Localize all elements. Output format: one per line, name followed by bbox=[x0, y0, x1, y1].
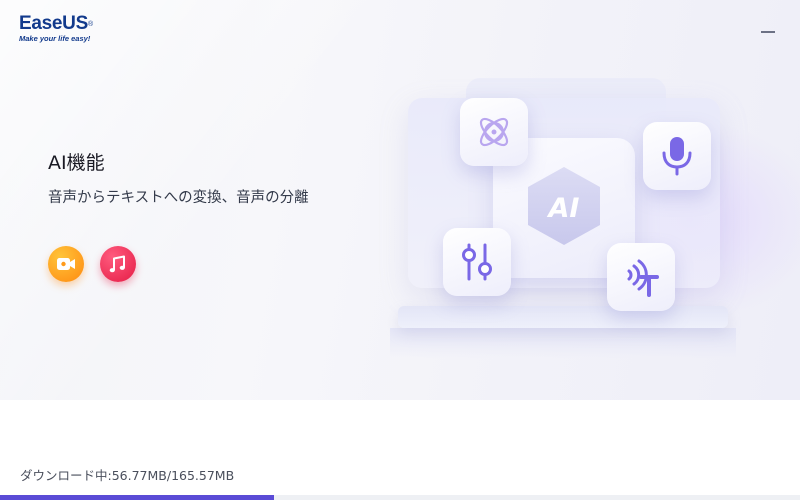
easeus-logo: EaseUS® Make your life easy! bbox=[19, 13, 93, 44]
download-progress-bar bbox=[0, 495, 800, 500]
logo-text: EaseUS bbox=[19, 13, 88, 34]
music-app-button[interactable] bbox=[100, 246, 136, 282]
atom-tile bbox=[460, 98, 528, 166]
illustration-base-shadow bbox=[390, 328, 736, 358]
minimize-button[interactable] bbox=[760, 24, 776, 40]
logo-registered-mark: ® bbox=[87, 21, 93, 28]
microphone-tile bbox=[643, 122, 711, 190]
feature-title: AI機能 bbox=[48, 152, 105, 174]
ai-center-label: AI bbox=[547, 193, 580, 224]
text-to-speech-icon bbox=[627, 259, 659, 297]
atom-icon bbox=[479, 117, 509, 147]
music-note-icon bbox=[109, 255, 125, 273]
video-camera-icon bbox=[57, 258, 75, 270]
equalizer-tile bbox=[443, 228, 511, 296]
equalizer-icon bbox=[462, 243, 492, 281]
logo-tagline: Make your life easy! bbox=[19, 34, 91, 43]
download-progress-fill bbox=[0, 495, 275, 500]
microphone-icon bbox=[662, 137, 692, 176]
ai-hexagon-icon: AI bbox=[528, 167, 600, 245]
video-recorder-app-button[interactable] bbox=[48, 246, 84, 282]
ai-illustration: AI bbox=[390, 70, 750, 370]
download-status-text: ダウンロード中:56.77MB/165.57MB bbox=[20, 468, 235, 483]
feature-subtitle: 音声からテキストへの変換、音声の分離 bbox=[48, 190, 309, 206]
text-to-speech-tile bbox=[607, 243, 675, 311]
illustration-base bbox=[398, 306, 728, 328]
